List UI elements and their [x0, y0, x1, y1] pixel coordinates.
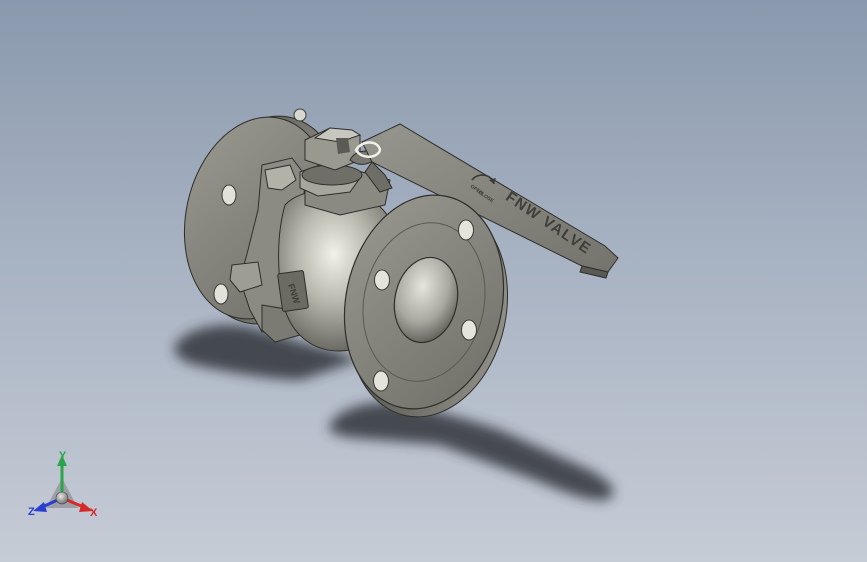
bolt-hole — [373, 370, 389, 392]
graphics-viewport[interactable]: FNW FNW VALVE OPEN CLOSE Y X Z — [0, 0, 867, 562]
bolt-hole — [221, 184, 237, 206]
triad-origin — [55, 491, 69, 505]
model-scene[interactable]: FNW FNW VALVE OPEN CLOSE Y X Z — [0, 0, 867, 562]
bolt-hole — [293, 108, 307, 122]
z-arrow-icon — [33, 502, 47, 512]
orientation-triad[interactable]: Y X Z — [28, 450, 98, 519]
y-axis-label: Y — [59, 450, 67, 462]
z-axis-label: Z — [28, 506, 35, 518]
bolt-hole — [458, 219, 474, 241]
bolt-hole — [374, 269, 390, 291]
bolt-hole — [461, 319, 477, 341]
x-axis-label: X — [90, 507, 98, 519]
bolt-hole — [213, 283, 229, 305]
